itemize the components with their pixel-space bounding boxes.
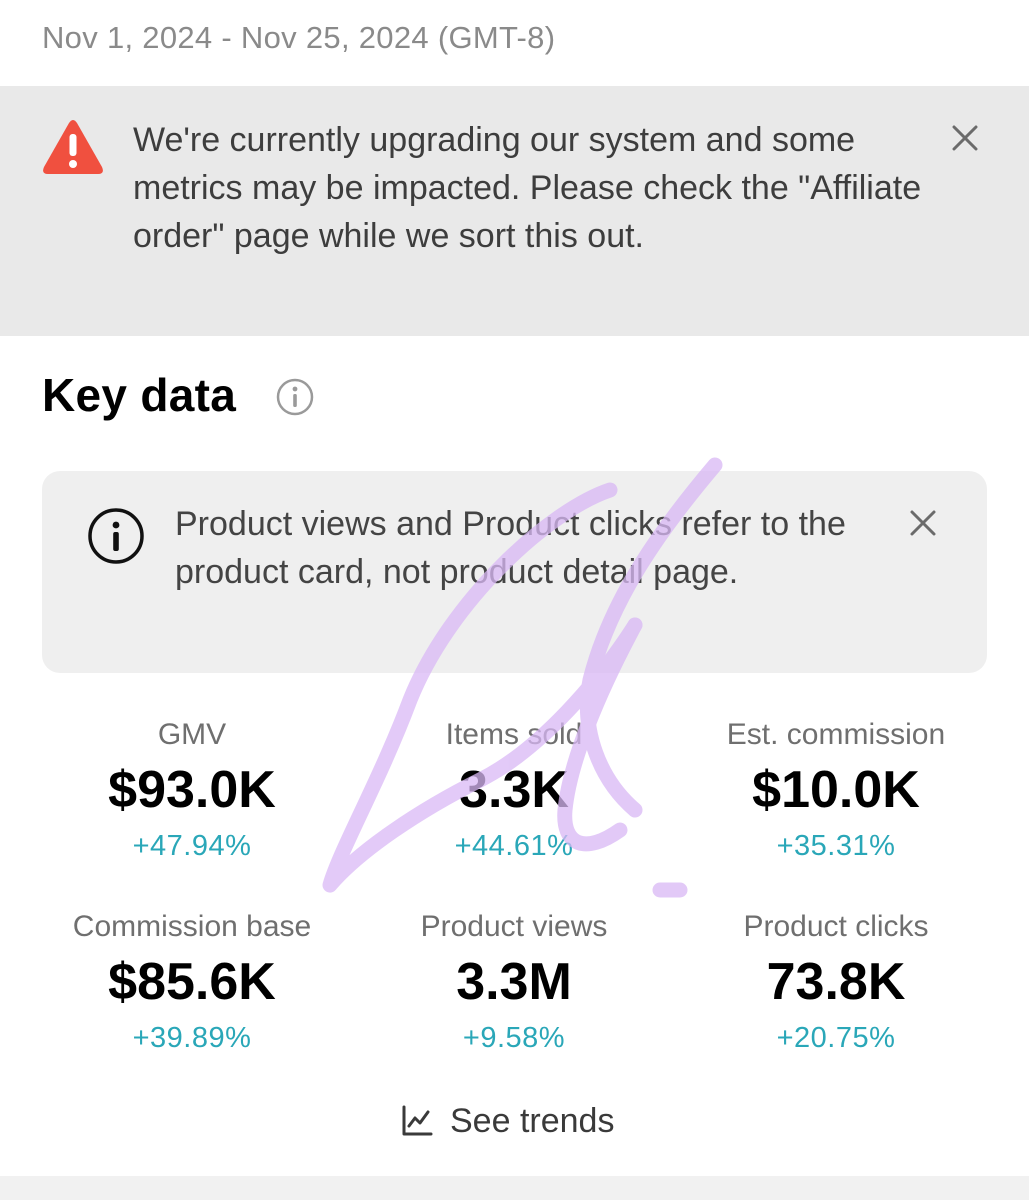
- metric-change: +47.94%: [132, 830, 252, 862]
- info-icon: [88, 508, 144, 564]
- see-trends-button[interactable]: See trends: [400, 1096, 614, 1146]
- notice-message: Product views and Product clicks refer t…: [175, 505, 846, 591]
- metric-change: +20.75%: [776, 1022, 896, 1054]
- metric-label: Product views: [420, 910, 608, 943]
- metric-label: Product clicks: [743, 910, 929, 943]
- metric-change: +9.58%: [462, 1022, 566, 1054]
- metric-label: Commission base: [72, 910, 312, 943]
- metric-value: $10.0K: [752, 761, 920, 819]
- metric-change: +39.89%: [132, 1022, 252, 1054]
- see-trends-label: See trends: [450, 1101, 615, 1140]
- system-banner-message: We're currently upgrading our system and…: [133, 121, 922, 255]
- metric-value: $85.6K: [108, 953, 276, 1011]
- metric-change: +44.61%: [454, 830, 574, 862]
- close-icon[interactable]: [908, 508, 938, 538]
- metric-commission-base[interactable]: Commission base $85.6K +39.89%: [32, 908, 352, 1058]
- metric-label: Items sold: [445, 718, 583, 751]
- metric-gmv[interactable]: GMV $93.0K +47.94%: [32, 716, 352, 866]
- metric-label: Est. commission: [726, 718, 946, 751]
- line-chart-icon: [402, 1105, 433, 1136]
- date-range: Nov 1, 2024 - Nov 25, 2024 (GMT-8): [42, 20, 556, 55]
- metric-value: $93.0K: [108, 761, 276, 819]
- metric-change: +35.31%: [776, 830, 896, 862]
- metric-value: 3.3K: [459, 761, 569, 819]
- metric-product-clicks[interactable]: Product clicks 73.8K +20.75%: [676, 908, 996, 1058]
- close-icon[interactable]: [950, 123, 980, 153]
- metric-label: GMV: [157, 718, 227, 751]
- bottom-divider: [0, 1176, 1029, 1200]
- section-title: Key data: [42, 369, 237, 421]
- info-icon[interactable]: [275, 377, 315, 417]
- metric-est-commission[interactable]: Est. commission $10.0K +35.31%: [676, 716, 996, 866]
- metric-product-views[interactable]: Product views 3.3M +9.58%: [354, 908, 674, 1058]
- metric-items-sold[interactable]: Items sold 3.3K +44.61%: [354, 716, 674, 866]
- metric-value: 73.8K: [766, 953, 906, 1011]
- metric-value: 3.3M: [456, 953, 572, 1011]
- warning-icon: [43, 120, 103, 174]
